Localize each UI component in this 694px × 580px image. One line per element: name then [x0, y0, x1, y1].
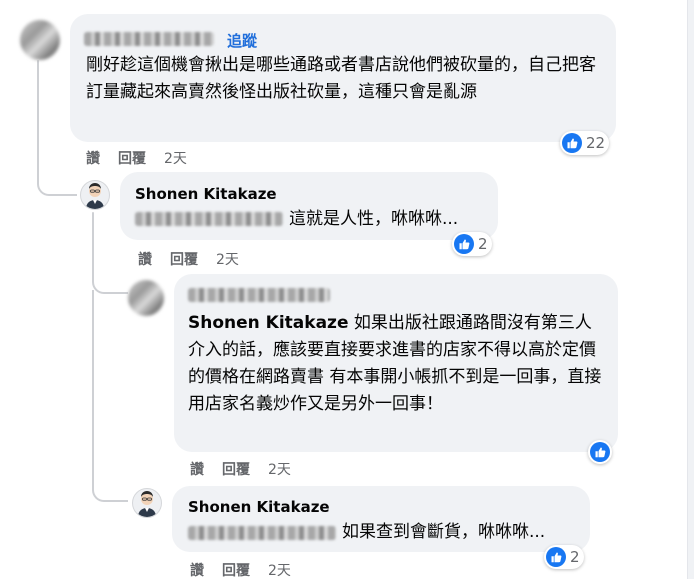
reaction-summary-1[interactable]: 22: [560, 131, 610, 155]
thread-line-reply1: [92, 212, 94, 252]
reaction-summary-4[interactable]: 2: [544, 545, 584, 569]
thread-line-main: [37, 60, 39, 160]
thread-connector-reply1: [37, 158, 77, 196]
thumbs-up-icon: [562, 133, 582, 153]
comment-text-1: 剛好趁這個機會揪出是哪些通路或者書店說他們被砍量的，自己把客訂量藏起來高賣然後怪…: [86, 55, 596, 102]
like-button[interactable]: 讚: [138, 249, 152, 269]
person-illustration-icon: [86, 183, 104, 209]
page-scrollbar[interactable]: [687, 0, 694, 579]
reply-author-1[interactable]: Shonen Kitakaze: [135, 185, 277, 203]
thumbs-up-icon: [454, 234, 474, 254]
avatar-shonen-kitakaze-2[interactable]: [132, 488, 162, 518]
like-button[interactable]: 讚: [190, 560, 204, 580]
like-button[interactable]: 讚: [190, 459, 204, 479]
reply-button[interactable]: 回覆: [118, 148, 146, 168]
like-count-1: 22: [586, 134, 606, 152]
like-count-2: 2: [478, 235, 488, 253]
thumbs-up-icon: [590, 442, 610, 462]
timestamp[interactable]: 2天: [216, 249, 239, 269]
timestamp[interactable]: 2天: [268, 560, 291, 580]
reply-author-3[interactable]: Shonen Kitakaze: [188, 498, 330, 516]
like-button[interactable]: 讚: [86, 148, 100, 168]
reaction-summary-3[interactable]: [588, 440, 612, 464]
thread-connector-reply2: [92, 250, 128, 294]
follow-button[interactable]: 追蹤: [227, 30, 257, 51]
reply-actions-1: 讚回覆 2天: [138, 249, 257, 269]
reply-text-3: 如果查到會斷貨，咻咻咻...: [342, 522, 546, 542]
avatar-commenter-2[interactable]: [128, 280, 164, 316]
reply-actions-3: 讚回覆 2天: [190, 560, 309, 580]
avatar-commenter-1[interactable]: [20, 20, 60, 60]
reply-button[interactable]: 回覆: [222, 560, 250, 580]
timestamp[interactable]: 2天: [164, 148, 187, 168]
reply-button[interactable]: 回覆: [170, 249, 198, 269]
thumbs-up-icon: [546, 547, 566, 567]
reply-button[interactable]: 回覆: [222, 459, 250, 479]
reply-actions-2: 讚回覆 2天: [190, 459, 309, 479]
mention-shonen-kitakaze[interactable]: Shonen Kitakaze: [188, 313, 348, 333]
like-count-4: 2: [570, 548, 580, 566]
commenter-name-blurred-2[interactable]: [188, 288, 330, 302]
mention-blurred-3[interactable]: [188, 526, 336, 540]
reply-text-2: Shonen Kitakaze 如果出版社跟通路間沒有第三人介入的話，應該要直接…: [188, 310, 608, 418]
reply-text-1: 這就是人性，咻咻咻...: [289, 209, 459, 229]
reaction-summary-2[interactable]: 2: [452, 232, 492, 256]
mention-blurred[interactable]: [135, 212, 283, 226]
thread-connector-reply3: [92, 290, 128, 502]
person-illustration-icon: [138, 491, 156, 517]
timestamp[interactable]: 2天: [268, 459, 291, 479]
avatar-shonen-kitakaze[interactable]: [80, 180, 110, 210]
commenter-name-blurred[interactable]: [84, 32, 214, 46]
comment-actions-1: 讚回覆 2天: [86, 148, 205, 168]
